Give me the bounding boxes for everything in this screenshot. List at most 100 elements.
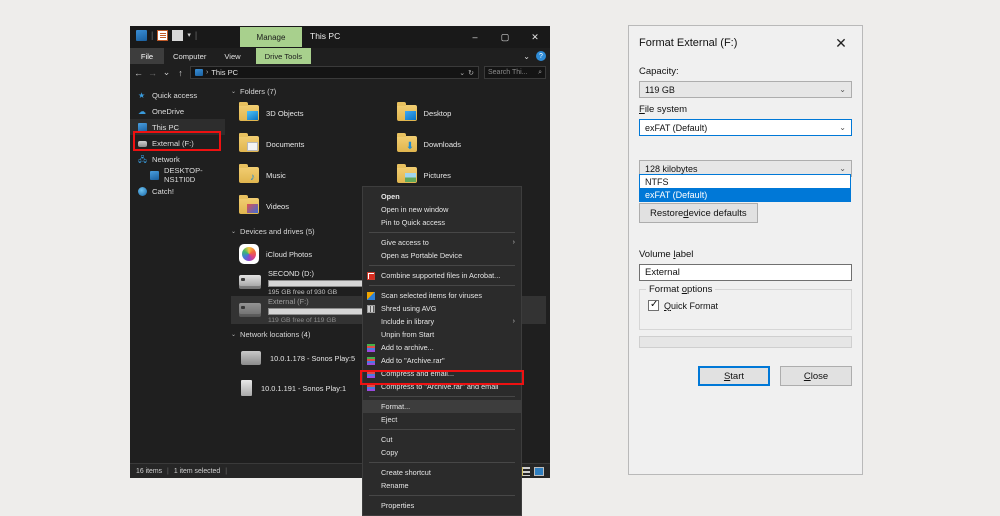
network-location-label: 10.0.1.178 - Sonos Play:5 [270, 353, 356, 363]
chevron-down-icon[interactable]: ⌄ [459, 69, 465, 77]
capacity-select[interactable]: 119 GB ⌄ [639, 81, 852, 98]
sidebar-item-catch[interactable]: Catch! [130, 183, 225, 199]
menu-item-open[interactable]: Open [363, 190, 521, 203]
sidebar-item-quick-access[interactable]: ★ Quick access [130, 87, 225, 103]
menu-item-shred-using-avg[interactable]: Shred using AVG [363, 302, 521, 315]
menu-item-add-to-archive[interactable]: Add to archive... [363, 341, 521, 354]
menu-item-label: Add to "Archive.rar" [381, 356, 445, 365]
list-item[interactable]: Documents [231, 131, 389, 157]
dropdown-option-exfat[interactable]: exFAT (Default) [640, 188, 850, 201]
minimize-button[interactable]: – [460, 26, 490, 48]
refresh-icon[interactable]: ↻ [468, 69, 474, 77]
drive-capacity-text: 119 GB free of 119 GB [268, 316, 337, 324]
sidebar-item-label: DESKTOP-NS1TI0D [164, 166, 203, 184]
folder-icon [239, 133, 259, 152]
quick-format-row[interactable]: Quick Format [648, 299, 843, 311]
sidebar-item-label: Catch! [152, 186, 174, 196]
menu-item-label: Open as Portable Device [381, 251, 463, 260]
chevron-right-icon: › [512, 239, 515, 246]
quick-format-checkbox[interactable] [648, 299, 659, 311]
back-icon[interactable]: ← [134, 68, 143, 78]
large-icons-view-icon[interactable] [534, 466, 544, 476]
folder-icon [239, 195, 259, 214]
menu-separator [369, 396, 515, 397]
chevron-down-icon[interactable]: ⌄ [523, 52, 530, 61]
properties-icon[interactable] [157, 30, 169, 41]
contextual-tab-manage[interactable]: Manage [240, 27, 302, 47]
menu-item-format[interactable]: Format... [363, 400, 521, 413]
dropdown-caret-icon[interactable]: ▾ [187, 30, 191, 41]
list-item[interactable]: ⬇ Downloads [389, 131, 547, 157]
list-item[interactable]: Pictures [389, 162, 547, 188]
breadcrumb[interactable]: › This PC ⌄ ↻ [190, 66, 479, 79]
chevron-down-icon: ⌄ [231, 332, 237, 338]
menu-item-create-shortcut[interactable]: Create shortcut [363, 466, 521, 479]
network-location-label: 10.0.1.191 - Sonos Play:1 [261, 383, 347, 393]
downloads-overlay-icon: ⬇ [405, 141, 415, 152]
menu-item-compress-and-email[interactable]: Compress and email... [363, 367, 521, 380]
menu-item-label: Cut [381, 435, 393, 444]
search-placeholder: Search Thi... [488, 69, 528, 76]
menu-item-pin-to-quick-access[interactable]: Pin to Quick access [363, 216, 521, 229]
cloud-icon: ☁ [138, 106, 146, 116]
search-input[interactable]: Search Thi... ⌕ [484, 66, 546, 79]
menu-item-scan-for-viruses[interactable]: Scan selected items for viruses [363, 289, 521, 302]
chevron-down-icon: ⌄ [231, 229, 237, 235]
sidebar-item-network[interactable]: 🖧 Network [130, 151, 225, 167]
start-button[interactable]: Start [698, 366, 770, 386]
close-icon[interactable]: ✕ [830, 32, 852, 54]
filesystem-select[interactable]: exFAT (Default) ⌄ [639, 119, 852, 136]
navigation-pane: ★ Quick access ☁ OneDrive This PC Extern… [130, 81, 225, 457]
menu-item-eject[interactable]: Eject [363, 413, 521, 426]
menu-item-open-as-portable-device[interactable]: Open as Portable Device [363, 249, 521, 262]
tab-computer[interactable]: Computer [164, 48, 215, 64]
folder-label: Downloads [423, 139, 462, 149]
menu-item-compress-to-archive-and-email[interactable]: Compress to "Archive.rar" and email [363, 380, 521, 393]
filesystem-dropdown-list[interactable]: NTFS exFAT (Default) [639, 174, 851, 202]
breadcrumb-separator: › [206, 69, 209, 76]
new-folder-icon[interactable] [172, 30, 184, 41]
dropdown-option-ntfs[interactable]: NTFS [640, 175, 850, 188]
group-header-folders[interactable]: ⌄ Folders (7) [231, 87, 546, 96]
pc-icon[interactable] [136, 30, 147, 41]
close-button[interactable]: ✕ [520, 26, 550, 48]
shredder-icon [367, 304, 375, 313]
list-item[interactable]: Desktop [389, 100, 547, 126]
sidebar-item-label: OneDrive [152, 106, 185, 116]
menu-item-rename[interactable]: Rename [363, 479, 521, 492]
menu-item-include-in-library[interactable]: Include in library › [363, 315, 521, 328]
menu-item-open-in-new-window[interactable]: Open in new window [363, 203, 521, 216]
help-icon[interactable]: ? [536, 51, 546, 61]
chevron-down-icon: ⌄ [839, 85, 846, 94]
list-item[interactable]: ♪ Music [231, 162, 389, 188]
recent-locations-icon[interactable]: ⌄ [162, 67, 171, 78]
forward-icon[interactable]: → [148, 68, 157, 78]
sidebar-item-desktop-ns1ti0d[interactable]: DESKTOP-NS1TI0D [130, 166, 225, 184]
up-icon[interactable]: ↑ [176, 68, 185, 78]
menu-item-combine-in-acrobat[interactable]: Combine supported files in Acrobat... [363, 269, 521, 282]
volume-label-input[interactable]: External [639, 264, 852, 281]
capacity-bar [268, 307, 364, 315]
menu-item-copy[interactable]: Copy [363, 446, 521, 459]
menu-item-unpin-from-start[interactable]: Unpin from Start [363, 328, 521, 341]
status-selection: 1 item selected [173, 467, 221, 475]
menu-item-label: Add to archive... [381, 343, 434, 352]
sidebar-item-external-f[interactable]: External (F:) [130, 135, 225, 151]
menu-item-label: Pin to Quick access [381, 218, 446, 227]
menu-item-cut[interactable]: Cut [363, 433, 521, 446]
sidebar-item-this-pc[interactable]: This PC [130, 119, 225, 135]
restore-device-defaults-button[interactable]: Restore d evice defaults [639, 203, 758, 223]
tab-file[interactable]: File [130, 48, 164, 64]
sidebar-item-onedrive[interactable]: ☁ OneDrive [130, 103, 225, 119]
menu-item-add-to-archive-rar[interactable]: Add to "Archive.rar" [363, 354, 521, 367]
tab-drive-tools[interactable]: Drive Tools [255, 48, 312, 64]
menu-item-properties[interactable]: Properties [363, 499, 521, 512]
list-item[interactable]: 3D Objects [231, 100, 389, 126]
menu-item-label: Compress and email... [381, 369, 454, 378]
menu-item-give-access-to[interactable]: Give access to › [363, 236, 521, 249]
maximize-button[interactable]: ▢ [490, 26, 520, 48]
tab-view[interactable]: View [215, 48, 249, 64]
network-icon: 🖧 [138, 154, 147, 164]
menu-separator [369, 265, 515, 266]
close-button[interactable]: Close [780, 366, 852, 386]
